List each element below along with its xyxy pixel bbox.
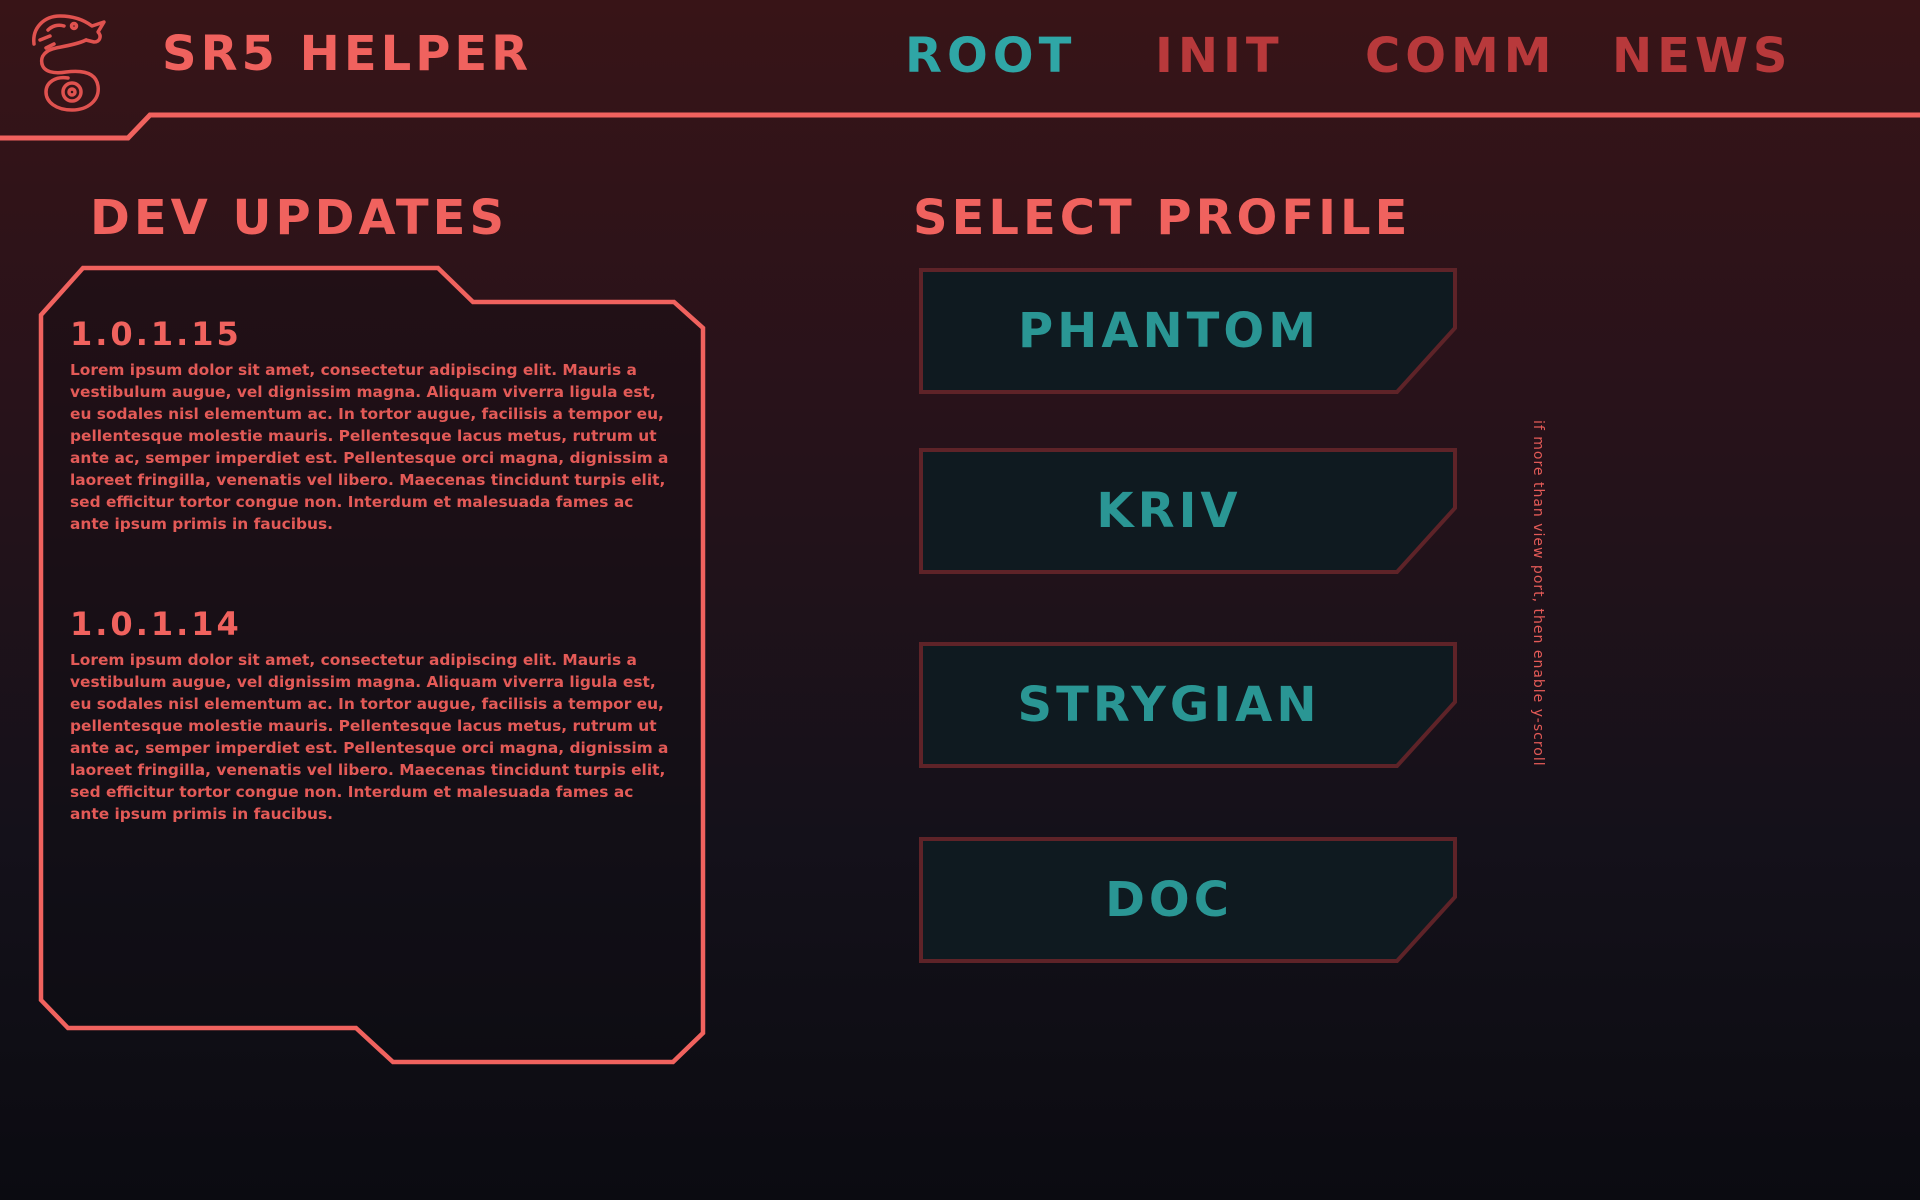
update-entry: 1.0.1.14 Lorem ipsum dolor sit amet, con… (70, 605, 670, 825)
profile-button-label: KRIV (1096, 483, 1242, 539)
profile-button-label: DOC (1105, 872, 1233, 928)
profile-button-strygian[interactable]: STRYGIAN (919, 642, 1457, 768)
profile-button-label: PHANTOM (1018, 303, 1320, 359)
nav-tab-root[interactable]: ROOT (905, 28, 1076, 84)
dev-updates-heading: DEV UPDATES (90, 190, 509, 246)
scroll-note-annotation: if more than view port, then enable y-sc… (1530, 420, 1546, 767)
app-title: SR5 HELPER (162, 26, 533, 82)
nav-tab-init[interactable]: INIT (1155, 28, 1284, 84)
profile-button-doc[interactable]: DOC (919, 837, 1457, 963)
profile-button-kriv[interactable]: KRIV (919, 448, 1457, 574)
update-version: 1.0.1.15 (70, 315, 242, 353)
profile-button-phantom[interactable]: PHANTOM (919, 268, 1457, 394)
update-body: Lorem ipsum dolor sit amet, consectetur … (70, 651, 669, 823)
nav-tab-news[interactable]: NEWS (1612, 28, 1792, 84)
dragon-emblem-icon (32, 14, 106, 112)
nav-tab-comm[interactable]: COMM (1365, 28, 1557, 84)
select-profile-heading: SELECT PROFILE (913, 190, 1412, 246)
update-entry: 1.0.1.15 Lorem ipsum dolor sit amet, con… (70, 315, 670, 535)
dev-updates-list: 1.0.1.15 Lorem ipsum dolor sit amet, con… (70, 315, 670, 895)
update-version: 1.0.1.14 (70, 605, 242, 643)
profile-button-label: STRYGIAN (1017, 677, 1321, 733)
update-body: Lorem ipsum dolor sit amet, consectetur … (70, 361, 669, 533)
